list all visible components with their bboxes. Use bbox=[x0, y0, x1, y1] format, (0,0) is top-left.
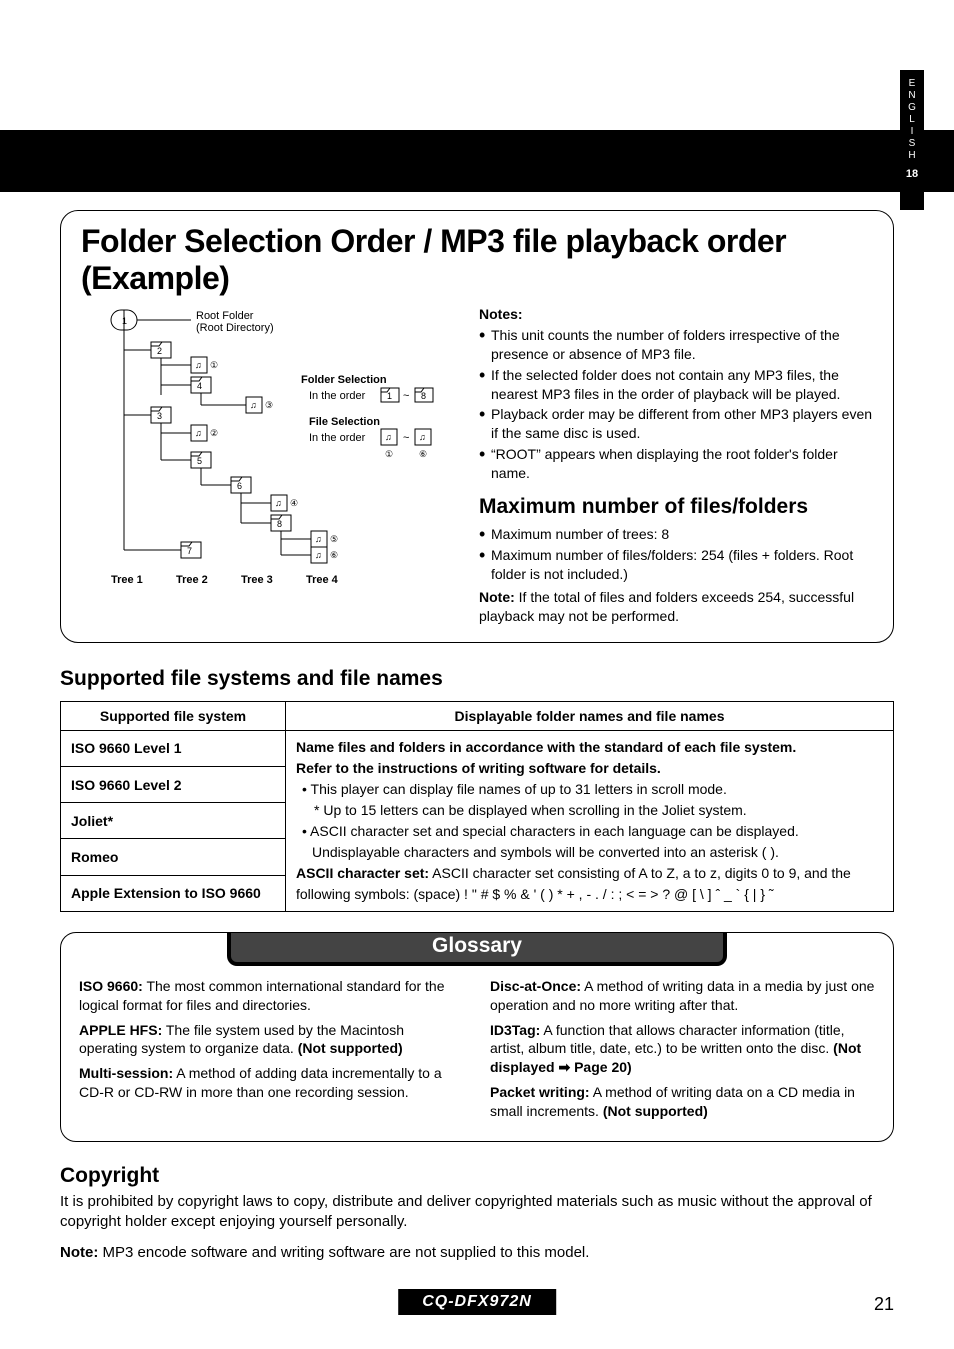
fs-heading: Supported file systems and file names bbox=[60, 667, 894, 691]
svg-text:♫: ♫ bbox=[275, 498, 282, 508]
glossary-term: Disc-at-Once: bbox=[490, 978, 581, 994]
fs-row: Apple Extension to ISO 9660 bbox=[61, 875, 286, 911]
glossary-card: Glossary ISO 9660: The most common inter… bbox=[60, 932, 894, 1142]
fs-desc: Name files and folders in accordance wit… bbox=[286, 730, 894, 911]
svg-text:7: 7 bbox=[187, 546, 192, 556]
fs-th2: Displayable folder names and file names bbox=[286, 701, 894, 730]
copyright-heading: Copyright bbox=[60, 1164, 894, 1188]
root-label: Root Folder bbox=[196, 310, 254, 322]
max-note-label: Note: bbox=[479, 589, 515, 605]
note-item: If the selected folder does not contain … bbox=[479, 366, 873, 404]
svg-text:⑤: ⑤ bbox=[330, 534, 338, 544]
glossary-def: A function that allows character informa… bbox=[490, 1022, 845, 1057]
svg-text:♫: ♫ bbox=[385, 432, 392, 442]
svg-text:4: 4 bbox=[197, 381, 202, 391]
svg-text:8: 8 bbox=[277, 519, 282, 529]
root-sublabel: (Root Directory) bbox=[196, 322, 274, 334]
svg-text:①: ① bbox=[210, 360, 218, 370]
fs-desc-line: * Up to 15 letters can be displayed when… bbox=[296, 802, 747, 818]
header-black-bar bbox=[0, 130, 954, 192]
svg-text:In the order: In the order bbox=[309, 432, 366, 444]
svg-text:Tree 3: Tree 3 bbox=[241, 574, 273, 586]
svg-text:Tree 4: Tree 4 bbox=[306, 574, 339, 586]
max-heading: Maximum number of files/folders bbox=[479, 493, 873, 521]
svg-text:8: 8 bbox=[421, 391, 426, 401]
max-note-text: If the total of files and folders exceed… bbox=[479, 589, 854, 624]
fs-row: ISO 9660 Level 2 bbox=[61, 767, 286, 803]
glossary-extra: (Not supported) bbox=[603, 1103, 708, 1119]
svg-text:③: ③ bbox=[265, 400, 273, 410]
svg-text:6: 6 bbox=[237, 481, 242, 491]
svg-text:In the order: In the order bbox=[309, 390, 366, 402]
svg-text:⑥: ⑥ bbox=[419, 449, 427, 459]
fs-th1: Supported file system bbox=[61, 701, 286, 730]
note-item: “ROOT” appears when displaying the root … bbox=[479, 445, 873, 483]
glossary-right: Disc-at-Once: A method of writing data i… bbox=[490, 977, 875, 1127]
folder-selection-card: Folder Selection Order / MP3 file playba… bbox=[60, 210, 894, 643]
section-title: Folder Selection Order / MP3 file playba… bbox=[81, 223, 873, 297]
svg-text:①: ① bbox=[385, 449, 393, 459]
svg-text:②: ② bbox=[210, 428, 218, 438]
notes-column: Notes: This unit counts the number of fo… bbox=[479, 305, 873, 626]
svg-text:♫: ♫ bbox=[195, 428, 202, 438]
fs-desc-line: This player can display file names of up… bbox=[311, 781, 727, 797]
glossary-term: APPLE HFS: bbox=[79, 1022, 162, 1038]
note-item: This unit counts the number of folders i… bbox=[479, 326, 873, 364]
section-number: 18 bbox=[900, 168, 924, 181]
max-list: Maximum number of trees: 8 Maximum numbe… bbox=[479, 525, 873, 584]
copyright-note-label: Note: bbox=[60, 1244, 98, 1261]
glossary-term: Multi-session: bbox=[79, 1065, 173, 1081]
tree-diagram: .bx{fill:#fff;stroke:#000;stroke-width:1… bbox=[81, 305, 461, 626]
svg-text:3: 3 bbox=[157, 411, 162, 421]
svg-text:1: 1 bbox=[122, 316, 127, 326]
copyright-body: It is prohibited by copyright laws to co… bbox=[60, 1192, 894, 1233]
fs-row: Joliet* bbox=[61, 803, 286, 839]
glossary-extra: (Not supported) bbox=[298, 1040, 403, 1056]
model-badge: CQ-DFX972N bbox=[398, 1289, 556, 1315]
glossary-term: ID3Tag: bbox=[490, 1022, 540, 1038]
fs-row: Romeo bbox=[61, 839, 286, 875]
svg-text:~: ~ bbox=[403, 432, 409, 444]
svg-text:Folder Selection: Folder Selection bbox=[301, 374, 387, 386]
glossary-term: Packet writing: bbox=[490, 1084, 590, 1100]
svg-text:1: 1 bbox=[387, 391, 392, 401]
language-tab: ENGLISH 18 bbox=[900, 70, 924, 210]
svg-text:5: 5 bbox=[197, 456, 202, 466]
notes-list: This unit counts the number of folders i… bbox=[479, 326, 873, 483]
fs-desc-line: Undisplayable characters and symbols wil… bbox=[296, 844, 779, 860]
svg-text:♫: ♫ bbox=[250, 400, 257, 410]
svg-text:⑥: ⑥ bbox=[330, 550, 338, 560]
notes-heading: Notes: bbox=[479, 305, 873, 324]
note-item: Playback order may be different from oth… bbox=[479, 405, 873, 443]
fs-desc-line: ASCII character set and special characte… bbox=[310, 823, 799, 839]
svg-text:④: ④ bbox=[290, 498, 298, 508]
svg-text:Tree 2: Tree 2 bbox=[176, 574, 208, 586]
glossary-term: ISO 9660: bbox=[79, 978, 143, 994]
max-item: Maximum number of files/folders: 254 (fi… bbox=[479, 546, 873, 584]
fs-desc-line: Name files and folders in accordance wit… bbox=[296, 739, 796, 755]
svg-text:♫: ♫ bbox=[195, 360, 202, 370]
fs-desc-line: Refer to the instructions of writing sof… bbox=[296, 760, 661, 776]
svg-text:File Selection: File Selection bbox=[309, 416, 380, 428]
page-number: 21 bbox=[874, 1294, 894, 1315]
svg-text:♫: ♫ bbox=[315, 550, 322, 560]
svg-text:~: ~ bbox=[403, 390, 409, 402]
svg-text:♫: ♫ bbox=[419, 432, 426, 442]
copyright-note-text: MP3 encode software and writing software… bbox=[98, 1244, 589, 1261]
glossary-left: ISO 9660: The most common international … bbox=[79, 977, 464, 1127]
svg-text:Tree 1: Tree 1 bbox=[111, 574, 143, 586]
glossary-title: Glossary bbox=[227, 932, 726, 966]
svg-text:2: 2 bbox=[157, 346, 162, 356]
svg-text:♫: ♫ bbox=[315, 534, 322, 544]
copyright-note: Note: MP3 encode software and writing so… bbox=[60, 1243, 894, 1263]
fs-desc-line: ASCII character set: bbox=[296, 865, 429, 881]
fs-row: ISO 9660 Level 1 bbox=[61, 730, 286, 766]
fs-table: Supported file system Displayable folder… bbox=[60, 701, 894, 912]
max-note: Note: If the total of files and folders … bbox=[479, 588, 873, 626]
max-item: Maximum number of trees: 8 bbox=[479, 525, 873, 544]
